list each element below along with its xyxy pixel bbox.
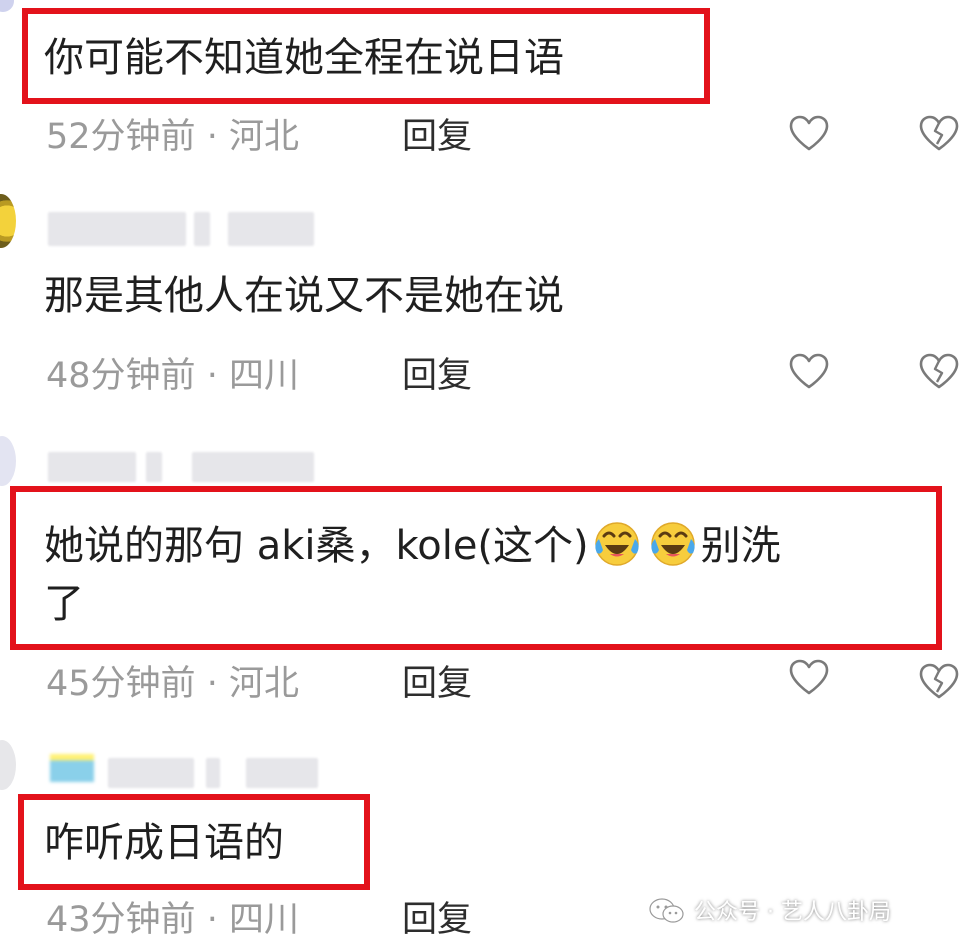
- username-blurred: [146, 452, 162, 482]
- comment-text: 那是其他人在说又不是她在说: [44, 273, 564, 319]
- laughing-crying-emoji: [591, 517, 643, 569]
- separator: ·: [206, 356, 218, 396]
- comment-text: 你可能不知道她全程在说日语: [44, 35, 564, 81]
- reply-button[interactable]: 回复: [402, 117, 472, 157]
- username-blurred: [246, 758, 318, 788]
- comment-text-part: 别洗: [700, 523, 781, 569]
- comment-text-part: 了: [44, 581, 84, 627]
- username-blurred[interactable]: [48, 212, 186, 246]
- comment-meta: 45分钟前 · 河北: [46, 664, 299, 704]
- watermark: 公众号 · 艺人八卦局: [648, 896, 891, 930]
- reply-button[interactable]: 回复: [402, 900, 472, 940]
- avatar[interactable]: [0, 436, 16, 486]
- username-blurred: [206, 758, 220, 788]
- comment-time: 43分钟前: [46, 900, 196, 940]
- separator: ·: [206, 900, 218, 940]
- comment-location: 河北: [228, 117, 299, 157]
- comment-time: 45分钟前: [46, 664, 196, 704]
- avatar[interactable]: [0, 0, 14, 12]
- broken-heart-icon[interactable]: [918, 114, 960, 152]
- comment-time: 52分钟前: [46, 117, 196, 157]
- comment-location: 四川: [228, 356, 299, 396]
- separator: ·: [206, 664, 218, 704]
- wechat-icon: [648, 896, 686, 930]
- comment-meta: 48分钟前 · 四川: [46, 356, 299, 396]
- broken-heart-icon[interactable]: [918, 662, 960, 700]
- username-blurred[interactable]: [50, 746, 94, 782]
- avatar[interactable]: [0, 194, 16, 248]
- comment-text: 咋听成日语的: [44, 820, 284, 866]
- comment-time: 48分钟前: [46, 356, 196, 396]
- watermark-label: 公众号 · 艺人八卦局: [694, 900, 891, 925]
- comment-meta: 52分钟前 · 河北: [46, 117, 299, 157]
- separator: ·: [206, 117, 218, 157]
- username-blurred: [194, 212, 210, 246]
- comment-location: 河北: [228, 664, 299, 704]
- reply-button[interactable]: 回复: [402, 356, 472, 396]
- broken-heart-icon[interactable]: [918, 352, 960, 390]
- heart-outline-icon[interactable]: [788, 114, 830, 152]
- laughing-crying-emoji: [647, 517, 699, 569]
- comment-location: 四川: [228, 900, 299, 940]
- reply-button[interactable]: 回复: [402, 664, 472, 704]
- heart-outline-icon[interactable]: [788, 658, 830, 696]
- username-blurred: [108, 758, 194, 788]
- username-blurred[interactable]: [48, 452, 136, 482]
- comment-meta: 43分钟前 · 四川: [46, 900, 299, 940]
- avatar[interactable]: [0, 740, 16, 790]
- heart-outline-icon[interactable]: [788, 352, 830, 390]
- comment-text: 她说的那句 aki桑，kole(这个) 别洗: [44, 517, 781, 572]
- username-blurred: [228, 212, 314, 246]
- username-blurred: [192, 452, 314, 482]
- comment-text-part: 她说的那句 aki桑，kole(这个): [44, 523, 589, 569]
